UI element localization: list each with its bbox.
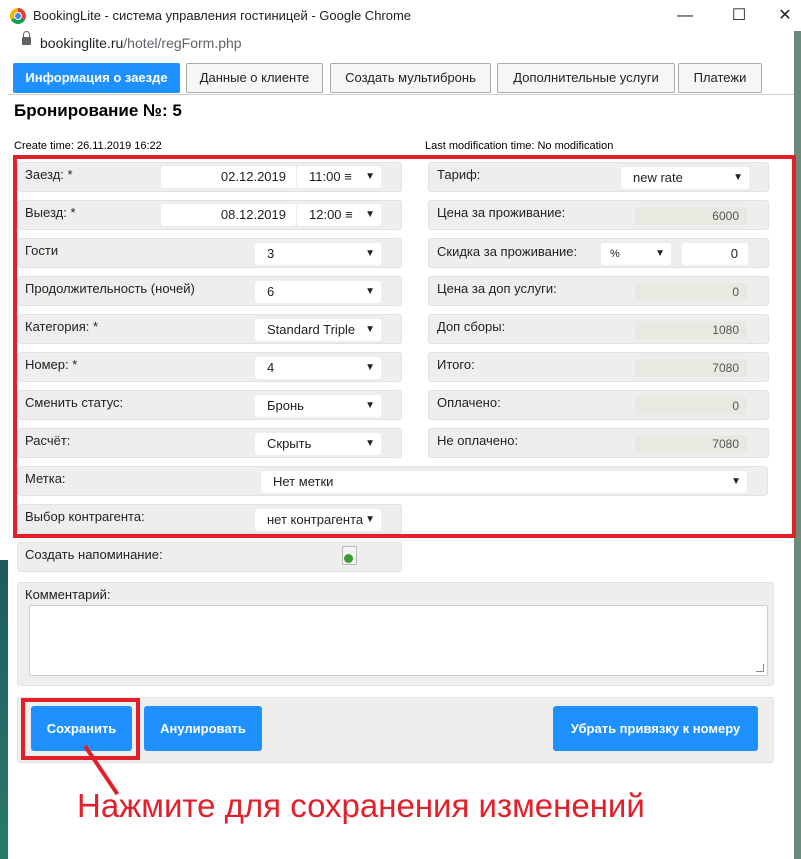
page-title: Бронирование №: 5 bbox=[14, 101, 182, 120]
cancel-booking-button[interactable]: Анулировать bbox=[144, 706, 262, 751]
tab-payments[interactable]: Платежи bbox=[678, 63, 762, 93]
form-highlight-box bbox=[13, 155, 796, 538]
reminder-label: Создать напоминание: bbox=[25, 547, 163, 562]
unbind-room-button[interactable]: Убрать привязку к номеру bbox=[553, 706, 758, 751]
desktop-background bbox=[0, 560, 8, 859]
window-titlebar: BookingLite - система управления гостини… bbox=[0, 0, 801, 32]
maximize-icon[interactable]: ☐ bbox=[716, 0, 762, 31]
comment-label: Комментарий: bbox=[25, 587, 111, 602]
close-icon[interactable]: ✕ bbox=[762, 0, 801, 31]
save-highlight-box bbox=[21, 698, 140, 760]
tab-extra-services[interactable]: Дополнительные услуги bbox=[497, 63, 675, 93]
modification-time: Last modification time: No modification bbox=[425, 140, 614, 152]
resize-handle-icon[interactable] bbox=[756, 664, 764, 672]
tab-client-data[interactable]: Данные о клиенте bbox=[186, 63, 323, 93]
url-text[interactable]: bookinglite.ru/hotel/regForm.php bbox=[40, 35, 242, 51]
comment-textarea[interactable] bbox=[29, 605, 768, 676]
tab-checkin-info[interactable]: Информация о заезде bbox=[13, 63, 180, 93]
add-reminder-icon[interactable] bbox=[342, 546, 357, 565]
url-path: /hotel/regForm.php bbox=[123, 35, 242, 51]
annotation-note: Нажмите для сохранения изменений bbox=[77, 787, 645, 824]
chrome-logo-icon bbox=[10, 8, 26, 24]
tab-multibooking[interactable]: Создать мультибронь bbox=[330, 63, 491, 93]
lock-icon bbox=[22, 31, 31, 45]
window-title: BookingLite - система управления гостини… bbox=[33, 8, 412, 23]
create-time: Create time: 26.11.2019 16:22 bbox=[14, 140, 162, 152]
minimize-icon[interactable]: — bbox=[662, 0, 708, 31]
url-domain: bookinglite.ru bbox=[40, 35, 124, 51]
